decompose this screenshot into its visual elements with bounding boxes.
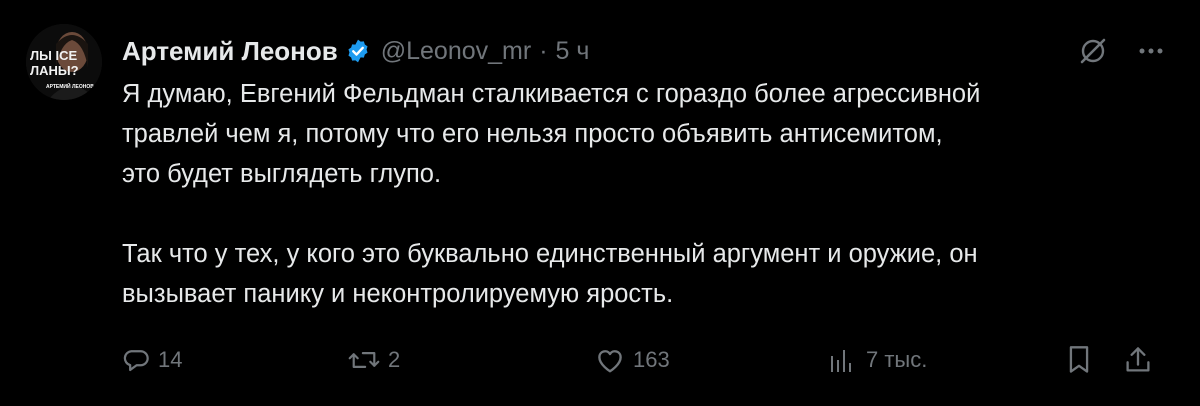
top-actions: [1078, 36, 1164, 66]
bookmark-button[interactable]: [1066, 340, 1092, 380]
heart-icon: [595, 346, 625, 374]
tweet-text: Я думаю, Евгений Фельдман сталкивается с…: [122, 80, 981, 308]
grok-icon[interactable]: [1078, 36, 1108, 66]
author-name[interactable]: Артемий Леонов: [122, 36, 338, 67]
timestamp[interactable]: 5 ч: [556, 37, 590, 66]
like-button[interactable]: 163: [595, 340, 670, 380]
share-icon: [1124, 345, 1152, 375]
views-icon: [828, 346, 858, 374]
author-handle[interactable]: @Leonov_mr: [381, 37, 531, 66]
action-bar: 14 2 163 7 тыс.: [122, 340, 1162, 380]
share-button[interactable]: [1124, 340, 1152, 380]
view-count: 7 тыс.: [866, 347, 928, 372]
reply-count: 14: [158, 347, 183, 372]
verified-badge-icon: [345, 38, 371, 64]
avatar-caption: АРТЕМИЙ ЛЕОНОВ: [46, 82, 94, 90]
more-icon[interactable]: [1138, 47, 1164, 55]
avatar-text-2: ЛАНЫ?: [30, 63, 79, 78]
reply-icon: [122, 346, 150, 374]
tweet-card[interactable]: ЛЫ ICE ЛАНЫ? АРТЕМИЙ ЛЕОНОВ Артемий Леон…: [0, 0, 1200, 406]
views-button[interactable]: 7 тыс.: [828, 340, 927, 380]
bookmark-icon: [1066, 345, 1092, 375]
avatar[interactable]: ЛЫ ICE ЛАНЫ? АРТЕМИЙ ЛЕОНОВ: [26, 24, 102, 100]
repost-icon: [348, 346, 380, 374]
separator-dot: ·: [539, 36, 548, 65]
tweet-header: Артемий Леонов @Leonov_mr · 5 ч: [122, 31, 589, 71]
repost-count: 2: [388, 347, 401, 372]
reply-button[interactable]: 14: [122, 340, 182, 380]
avatar-text-1: ЛЫ ICE: [30, 48, 77, 63]
like-count: 163: [633, 347, 670, 372]
repost-button[interactable]: 2: [348, 340, 400, 380]
